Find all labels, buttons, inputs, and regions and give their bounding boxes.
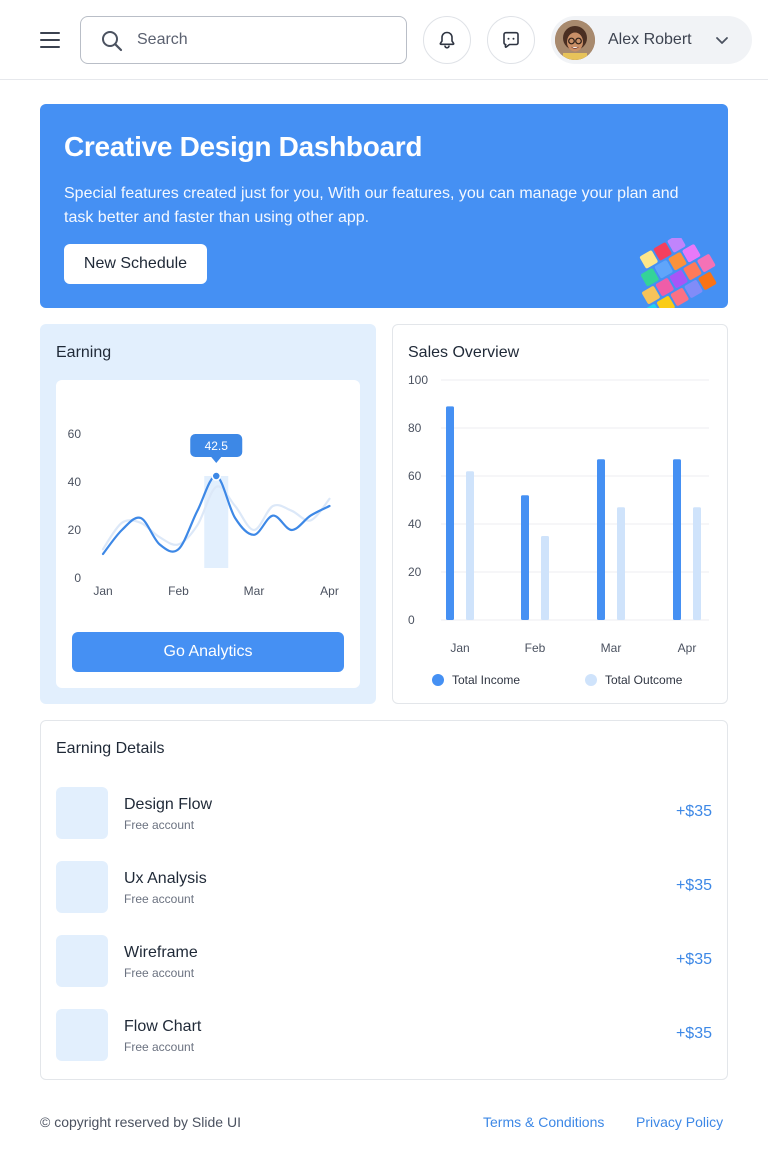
list-item[interactable]: Wireframe Free account +$35: [56, 935, 712, 987]
y-tick-label: 40: [408, 517, 422, 531]
x-tick-label: Jan: [93, 584, 112, 598]
hero-title: Creative Design Dashboard: [64, 131, 423, 162]
tooltip-arrow: [211, 457, 222, 463]
bar-outcome: [541, 536, 549, 620]
item-subtitle: Free account: [124, 892, 195, 906]
y-tick-label: 40: [68, 475, 82, 489]
item-thumbnail: [56, 935, 108, 987]
tooltip-label: 42.5: [205, 439, 229, 453]
x-tick-label: Feb: [168, 584, 189, 598]
earning-title: Earning: [56, 344, 112, 361]
list-item[interactable]: Flow Chart Free account +$35: [56, 1009, 712, 1061]
x-tick-label: Mar: [244, 584, 265, 598]
chevron-down-icon: [716, 37, 728, 44]
list-item[interactable]: Ux Analysis Free account +$35: [56, 861, 712, 913]
item-amount: +$35: [675, 803, 712, 820]
search-icon: [102, 31, 123, 52]
item-amount: +$35: [675, 877, 712, 894]
y-tick-label: 0: [408, 613, 415, 627]
legend-swatch: [585, 674, 597, 686]
y-tick-label: 20: [408, 565, 422, 579]
x-tick-label: Apr: [320, 584, 339, 598]
bar-income: [597, 459, 605, 620]
profile-menu[interactable]: Alex Robert: [551, 16, 752, 64]
legend-swatch: [432, 674, 444, 686]
earning-card: Earning 0 20 40 60 Jan Feb Mar Apr 42.5 Go Analy…: [40, 324, 376, 704]
item-thumbnail: [56, 861, 108, 913]
x-tick-label: Feb: [525, 641, 546, 655]
bar-outcome: [693, 507, 701, 620]
x-tick-label: Jan: [450, 641, 469, 655]
bar-income: [673, 459, 681, 620]
bar-outcome: [617, 507, 625, 620]
y-tick-label: 0: [74, 571, 81, 585]
earning-chart-panel: 0 20 40 60 Jan Feb Mar Apr 42.5 Go Analytics: [56, 380, 360, 688]
item-name: Wireframe: [124, 944, 198, 961]
bar-outcome: [466, 471, 474, 620]
cubes-illustration: [639, 238, 717, 308]
y-tick-label: 20: [68, 523, 82, 537]
item-subtitle: Free account: [124, 1040, 195, 1054]
earning-line-chart: 0 20 40 60 Jan Feb Mar Apr 42.5: [68, 427, 339, 598]
messages-button[interactable]: [487, 16, 535, 64]
go-analytics-button[interactable]: Go Analytics: [72, 632, 344, 672]
item-subtitle: Free account: [124, 818, 195, 832]
menu-icon[interactable]: [40, 28, 64, 52]
item-thumbnail: [56, 787, 108, 839]
avatar: [555, 20, 595, 60]
item-name: Ux Analysis: [124, 870, 207, 887]
chat-icon: [503, 31, 519, 48]
hero-description: Special features created just for you, W…: [64, 185, 679, 226]
y-tick-label: 60: [68, 427, 82, 441]
search-input[interactable]: [137, 17, 397, 63]
y-tick-label: 100: [408, 373, 428, 387]
highlight-point: [211, 471, 221, 481]
bar-income: [521, 495, 529, 620]
x-tick-label: Mar: [601, 641, 622, 655]
item-name: Design Flow: [124, 796, 213, 813]
bell-icon: [439, 31, 455, 49]
search-box[interactable]: [80, 16, 407, 64]
item-amount: +$35: [675, 951, 712, 968]
sales-overview-card: Sales Overview 0 20 40 60 80 100 Jan Feb Mar Apr T…: [392, 324, 728, 704]
sales-bar-chart: 0 20 40 60 80 100 Jan Feb Mar Apr Total Income Tota…: [408, 373, 709, 687]
privacy-link[interactable]: Privacy Policy: [636, 1114, 723, 1130]
list-item[interactable]: Design Flow Free account +$35: [56, 787, 712, 839]
legend-label: Total Outcome: [605, 673, 683, 687]
x-tick-label: Apr: [678, 641, 697, 655]
y-tick-label: 80: [408, 421, 422, 435]
item-amount: +$35: [675, 1025, 712, 1042]
hero-banner: Creative Design Dashboard Special featur…: [40, 104, 728, 308]
item-name: Flow Chart: [124, 1018, 202, 1035]
bar-income: [446, 406, 454, 620]
item-subtitle: Free account: [124, 966, 195, 980]
legend-label: Total Income: [452, 673, 520, 687]
terms-link[interactable]: Terms & Conditions: [483, 1114, 604, 1130]
earning-details-title: Earning Details: [56, 740, 165, 757]
copyright-text: © copyright reserved by Slide UI: [40, 1114, 241, 1130]
earning-details-card: Earning Details Design Flow Free account…: [40, 720, 728, 1080]
user-name: Alex Robert: [608, 31, 692, 48]
notifications-button[interactable]: [423, 16, 471, 64]
y-tick-label: 60: [408, 469, 422, 483]
item-thumbnail: [56, 1009, 108, 1061]
top-bar: Alex Robert: [0, 0, 768, 80]
new-schedule-button[interactable]: New Schedule: [64, 244, 207, 284]
